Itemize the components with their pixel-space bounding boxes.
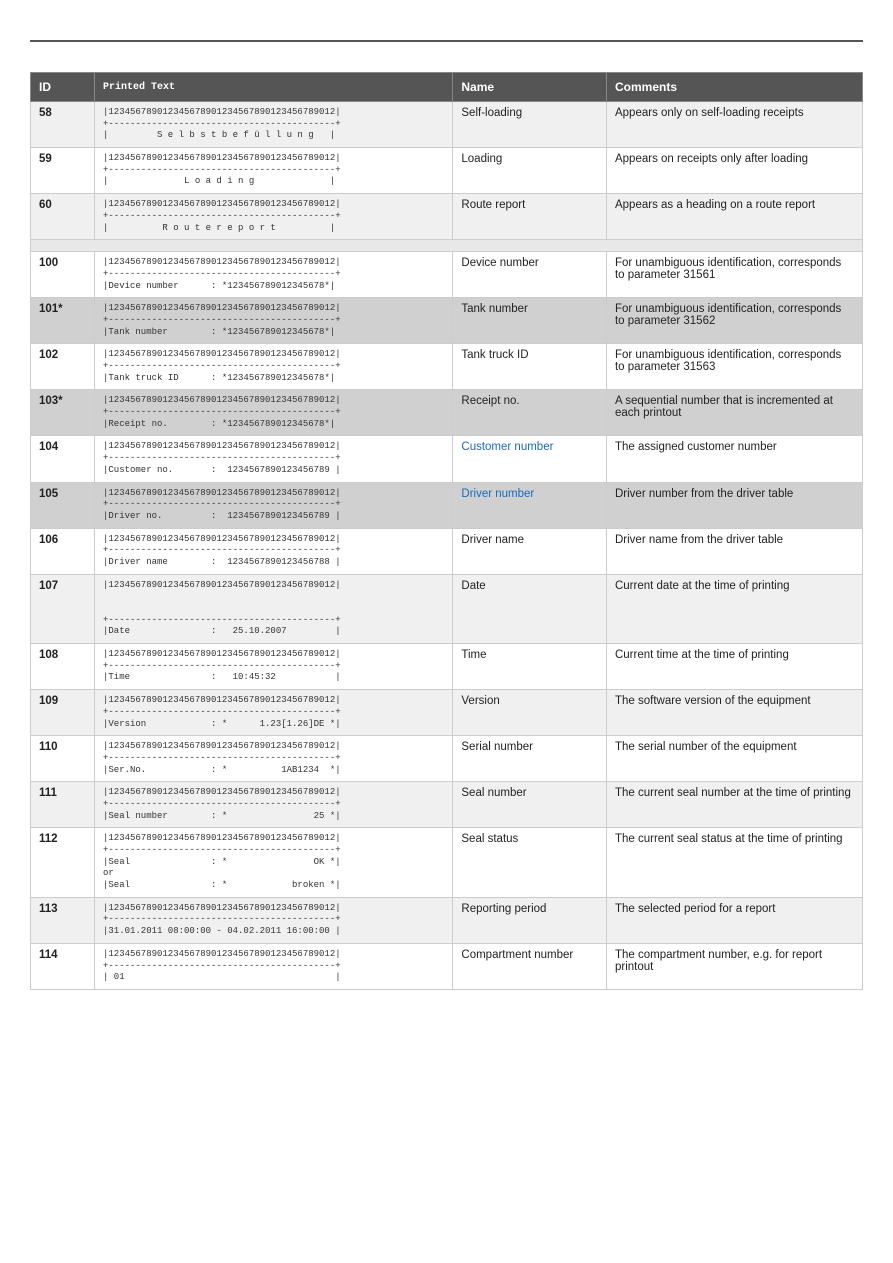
row-name: Tank number: [453, 298, 607, 344]
table-row: 100|123456789012345678901234567890123456…: [31, 252, 863, 298]
table-row: 107|123456789012345678901234567890123456…: [31, 574, 863, 643]
table-row: 104|123456789012345678901234567890123456…: [31, 436, 863, 482]
row-printed-text: |123456789012345678901234567890123456789…: [95, 690, 453, 736]
header-comments: Comments: [606, 73, 862, 102]
row-comments: Current date at the time of printing: [606, 574, 862, 643]
row-comments: The compartment number, e.g. for report …: [606, 943, 862, 989]
row-id: 114: [31, 943, 95, 989]
row-name: Tank truck ID: [453, 344, 607, 390]
row-name: Self-loading: [453, 102, 607, 148]
row-id: 58: [31, 102, 95, 148]
table-row: 109|123456789012345678901234567890123456…: [31, 690, 863, 736]
row-name: Compartment number: [453, 943, 607, 989]
row-printed-text: |123456789012345678901234567890123456789…: [95, 390, 453, 436]
row-comments: Driver name from the driver table: [606, 528, 862, 574]
row-name: Device number: [453, 252, 607, 298]
row-printed-text: |123456789012345678901234567890123456789…: [95, 574, 453, 643]
row-name: Driver name: [453, 528, 607, 574]
row-printed-text: |123456789012345678901234567890123456789…: [95, 148, 453, 194]
table-row: 112|123456789012345678901234567890123456…: [31, 828, 863, 897]
row-printed-text: |123456789012345678901234567890123456789…: [95, 344, 453, 390]
header-name: Name: [453, 73, 607, 102]
row-id: 103*: [31, 390, 95, 436]
row-comments: The current seal number at the time of p…: [606, 782, 862, 828]
table-row: 113|123456789012345678901234567890123456…: [31, 897, 863, 943]
row-comments: For unambiguous identification, correspo…: [606, 344, 862, 390]
row-name: Reporting period: [453, 897, 607, 943]
row-id: 102: [31, 344, 95, 390]
row-name: Date: [453, 574, 607, 643]
table-row: 111|123456789012345678901234567890123456…: [31, 782, 863, 828]
row-printed-text: |123456789012345678901234567890123456789…: [95, 528, 453, 574]
row-printed-text: |123456789012345678901234567890123456789…: [95, 482, 453, 528]
row-printed-text: |123456789012345678901234567890123456789…: [95, 897, 453, 943]
row-printed-text: |123456789012345678901234567890123456789…: [95, 828, 453, 897]
row-id: 108: [31, 644, 95, 690]
row-comments: The selected period for a report: [606, 897, 862, 943]
row-name: Driver number: [453, 482, 607, 528]
row-id: 111: [31, 782, 95, 828]
spacer-row: [31, 240, 863, 252]
row-id: 100: [31, 252, 95, 298]
row-printed-text: |123456789012345678901234567890123456789…: [95, 252, 453, 298]
row-comments: The serial number of the equipment: [606, 736, 862, 782]
row-comments: For unambiguous identification, correspo…: [606, 252, 862, 298]
row-comments: The assigned customer number: [606, 436, 862, 482]
table-row: 106|123456789012345678901234567890123456…: [31, 528, 863, 574]
table-row: 114|123456789012345678901234567890123456…: [31, 943, 863, 989]
row-id: 106: [31, 528, 95, 574]
row-comments: Appears as a heading on a route report: [606, 194, 862, 240]
row-printed-text: |123456789012345678901234567890123456789…: [95, 194, 453, 240]
row-name: Version: [453, 690, 607, 736]
row-printed-text: |123456789012345678901234567890123456789…: [95, 102, 453, 148]
row-comments: The current seal status at the time of p…: [606, 828, 862, 897]
row-comments: Appears on receipts only after loading: [606, 148, 862, 194]
table-row: 58|1234567890123456789012345678901234567…: [31, 102, 863, 148]
row-comments: The software version of the equipment: [606, 690, 862, 736]
row-name: Serial number: [453, 736, 607, 782]
table-row: 103*|12345678901234567890123456789012345…: [31, 390, 863, 436]
row-comments: Current time at the time of printing: [606, 644, 862, 690]
table-row: 105|123456789012345678901234567890123456…: [31, 482, 863, 528]
row-id: 105: [31, 482, 95, 528]
header-id: ID: [31, 73, 95, 102]
row-comments: A sequential number that is incremented …: [606, 390, 862, 436]
row-name: Seal number: [453, 782, 607, 828]
row-name: Receipt no.: [453, 390, 607, 436]
row-id: 107: [31, 574, 95, 643]
table-row: 59|1234567890123456789012345678901234567…: [31, 148, 863, 194]
row-id: 112: [31, 828, 95, 897]
row-id: 113: [31, 897, 95, 943]
row-printed-text: |123456789012345678901234567890123456789…: [95, 943, 453, 989]
row-id: 59: [31, 148, 95, 194]
row-id: 104: [31, 436, 95, 482]
table-row: 101*|12345678901234567890123456789012345…: [31, 298, 863, 344]
row-comments: For unambiguous identification, correspo…: [606, 298, 862, 344]
row-comments: Appears only on self-loading receipts: [606, 102, 862, 148]
table-row: 110|123456789012345678901234567890123456…: [31, 736, 863, 782]
header-printed: Printed Text: [95, 73, 453, 102]
row-name: Customer number: [453, 436, 607, 482]
row-name: Seal status: [453, 828, 607, 897]
row-name: Time: [453, 644, 607, 690]
row-printed-text: |123456789012345678901234567890123456789…: [95, 782, 453, 828]
main-table: ID Printed Text Name Comments 58|1234567…: [30, 72, 863, 990]
row-name: Loading: [453, 148, 607, 194]
row-id: 101*: [31, 298, 95, 344]
table-row: 102|123456789012345678901234567890123456…: [31, 344, 863, 390]
table-row: 108|123456789012345678901234567890123456…: [31, 644, 863, 690]
row-name: Route report: [453, 194, 607, 240]
row-id: 60: [31, 194, 95, 240]
row-id: 110: [31, 736, 95, 782]
row-printed-text: |123456789012345678901234567890123456789…: [95, 298, 453, 344]
row-printed-text: |123456789012345678901234567890123456789…: [95, 436, 453, 482]
row-comments: Driver number from the driver table: [606, 482, 862, 528]
row-id: 109: [31, 690, 95, 736]
table-row: 60|1234567890123456789012345678901234567…: [31, 194, 863, 240]
row-printed-text: |123456789012345678901234567890123456789…: [95, 736, 453, 782]
row-printed-text: |123456789012345678901234567890123456789…: [95, 644, 453, 690]
